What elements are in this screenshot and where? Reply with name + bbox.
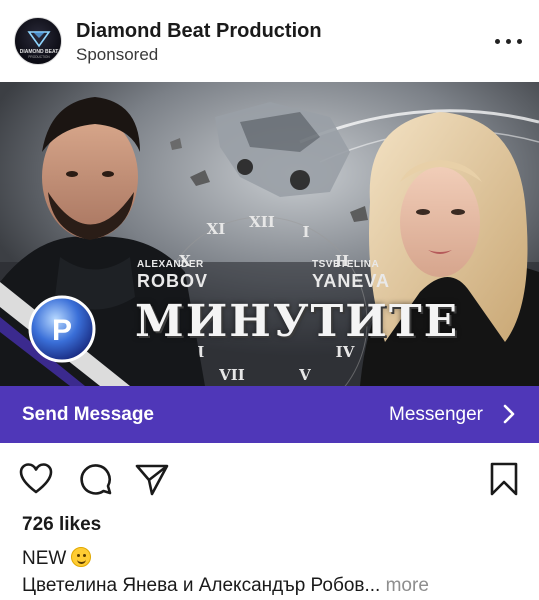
post-image[interactable]: XI XII I X II VIII VII V IV: [0, 82, 539, 386]
artist-right: TSVETELINA YANEVA: [312, 259, 391, 291]
clock-numeral: XI: [207, 220, 226, 238]
caption-text: NEW: [22, 548, 67, 569]
smiling-face-emoji-icon: [71, 547, 92, 567]
send-message-button[interactable]: Send Message: [22, 404, 154, 426]
artist-left: ALEXANDER ROBOV: [137, 259, 209, 291]
chevron-right-icon[interactable]: [501, 404, 517, 424]
avatar-subtext: PRODUCTION: [28, 55, 50, 59]
likes-count[interactable]: 726 likes: [22, 514, 101, 536]
more-options-icon[interactable]: [495, 36, 523, 48]
messenger-label[interactable]: Messenger: [389, 404, 483, 426]
post-header: DIAMOND BEAT PRODUCTION Diamond Beat Pro…: [0, 0, 539, 82]
clock-numeral: V: [298, 366, 311, 384]
clock-numeral: I: [302, 223, 309, 241]
account-name[interactable]: Diamond Beat Production: [76, 20, 322, 43]
bookmark-icon[interactable]: [486, 461, 522, 497]
artist-left-first: ALEXANDER: [137, 259, 204, 270]
post-actions: [0, 443, 539, 513]
heart-icon[interactable]: [18, 461, 54, 497]
avatar[interactable]: DIAMOND BEAT PRODUCTION: [14, 17, 62, 65]
comment-icon[interactable]: [78, 461, 114, 497]
artist-left-last: ROBOV: [137, 271, 209, 291]
artist-right-last: YANEVA: [312, 271, 391, 291]
share-icon[interactable]: [134, 461, 170, 497]
label-logo-letter: P: [52, 314, 72, 347]
more-link[interactable]: more: [386, 575, 429, 596]
caption-line-2: Цветелина Янева и Александър Робов... mo…: [22, 575, 429, 597]
sponsored-label: Sponsored: [76, 45, 159, 64]
send-message-cta[interactable]: Send Message Messenger: [0, 386, 539, 443]
clock-numeral: VII: [218, 366, 245, 384]
caption-line-1: NEW: [22, 547, 92, 570]
caption-text: Цветелина Янева и Александър Робов...: [22, 575, 381, 596]
clock-numeral: XII: [249, 213, 275, 231]
song-title: МИНУТИТЕ: [135, 296, 460, 347]
artist-right-first: TSVETELINA: [312, 259, 380, 270]
diamond-logo-icon: DIAMOND BEAT PRODUCTION: [20, 31, 58, 59]
